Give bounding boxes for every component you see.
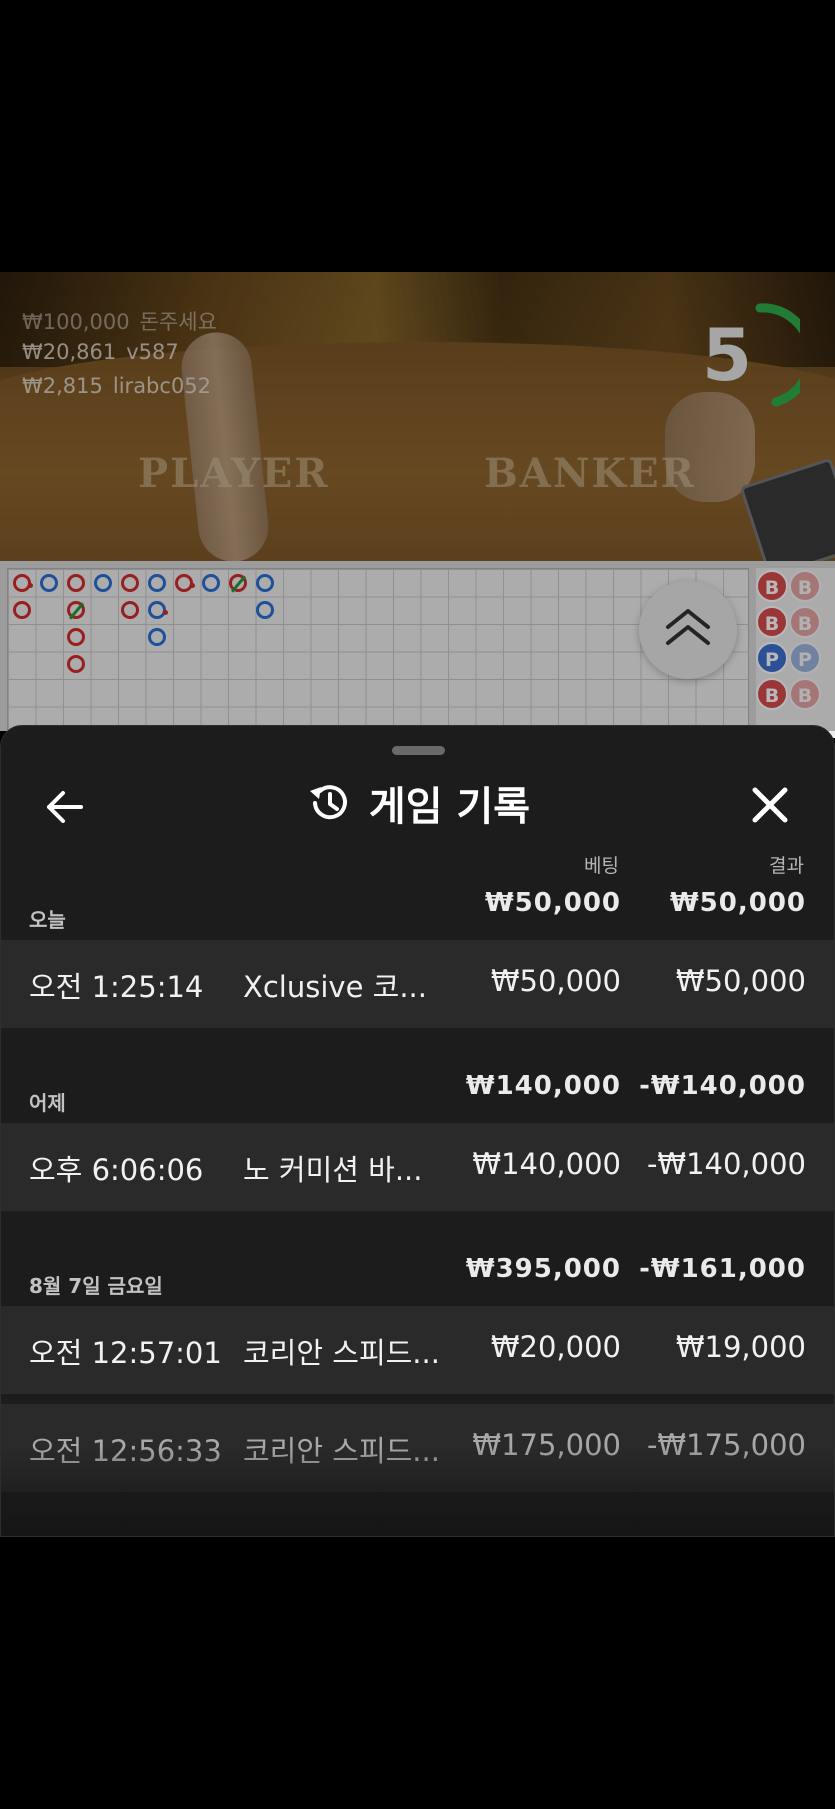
row-bet: ₩50,000 xyxy=(490,964,621,998)
column-header-result: 결과 xyxy=(769,855,804,877)
history-section-yesterday: 어제 ₩140,000 -₩140,000 오후 6:06:06 노 커미션 바… xyxy=(1,1059,834,1211)
row-result: ₩19,000 xyxy=(675,1330,806,1364)
section-header: 어제 ₩140,000 -₩140,000 xyxy=(1,1059,834,1119)
section-date-label: 어제 xyxy=(29,1091,66,1115)
section-result-total: ₩50,000 xyxy=(669,888,806,918)
section-header: 8월 7일 금요일 ₩395,000 -₩161,000 xyxy=(1,1242,834,1302)
section-bet-total: ₩140,000 xyxy=(465,1071,621,1101)
page-title: 게임 기록 xyxy=(368,784,531,830)
column-header-bet: 베팅 xyxy=(584,855,619,877)
section-bet-total: ₩50,000 xyxy=(484,888,621,918)
sheet-header: 게임 기록 xyxy=(1,774,834,838)
row-game: 코리안 스피드... xyxy=(243,1336,440,1370)
row-result: ₩50,000 xyxy=(675,964,806,998)
row-result: -₩140,000 xyxy=(646,1147,806,1181)
sheet-drag-handle[interactable] xyxy=(392,746,445,755)
close-button[interactable] xyxy=(745,780,795,830)
history-row[interactable]: 오전 12:57:01 코리안 스피드... ₩20,000 ₩19,000 xyxy=(1,1306,834,1394)
background-dim-overlay xyxy=(0,272,835,731)
close-icon xyxy=(752,787,788,823)
row-game: Xclusive 코... xyxy=(243,970,427,1004)
game-history-sheet: 게임 기록 베팅 결과 오늘 ₩50,000 ₩50,000 오전 1:25:1… xyxy=(0,725,835,1537)
row-bet: ₩20,000 xyxy=(490,1330,621,1364)
row-game: 노 커미션 바... xyxy=(243,1153,423,1187)
row-bet: ₩140,000 xyxy=(472,1147,621,1181)
section-bet-total: ₩395,000 xyxy=(465,1254,621,1284)
scroll-fade xyxy=(1,1446,834,1536)
section-result-total: -₩161,000 xyxy=(639,1254,806,1284)
section-date-label: 오늘 xyxy=(29,908,66,932)
row-time: 오전 12:57:01 xyxy=(29,1336,222,1370)
history-icon xyxy=(309,785,347,820)
row-time: 오후 6:06:06 xyxy=(29,1153,204,1187)
section-header: 오늘 ₩50,000 ₩50,000 xyxy=(1,876,834,936)
history-row[interactable]: 오전 1:25:14 Xclusive 코... ₩50,000 ₩50,000 xyxy=(1,940,834,1028)
row-time: 오전 1:25:14 xyxy=(29,970,204,1004)
section-date-label: 8월 7일 금요일 xyxy=(29,1274,163,1298)
history-section-today: 오늘 ₩50,000 ₩50,000 오전 1:25:14 Xclusive 코… xyxy=(1,876,834,1028)
history-row[interactable]: 오후 6:06:06 노 커미션 바... ₩140,000 -₩140,000 xyxy=(1,1123,834,1211)
section-result-total: -₩140,000 xyxy=(639,1071,806,1101)
